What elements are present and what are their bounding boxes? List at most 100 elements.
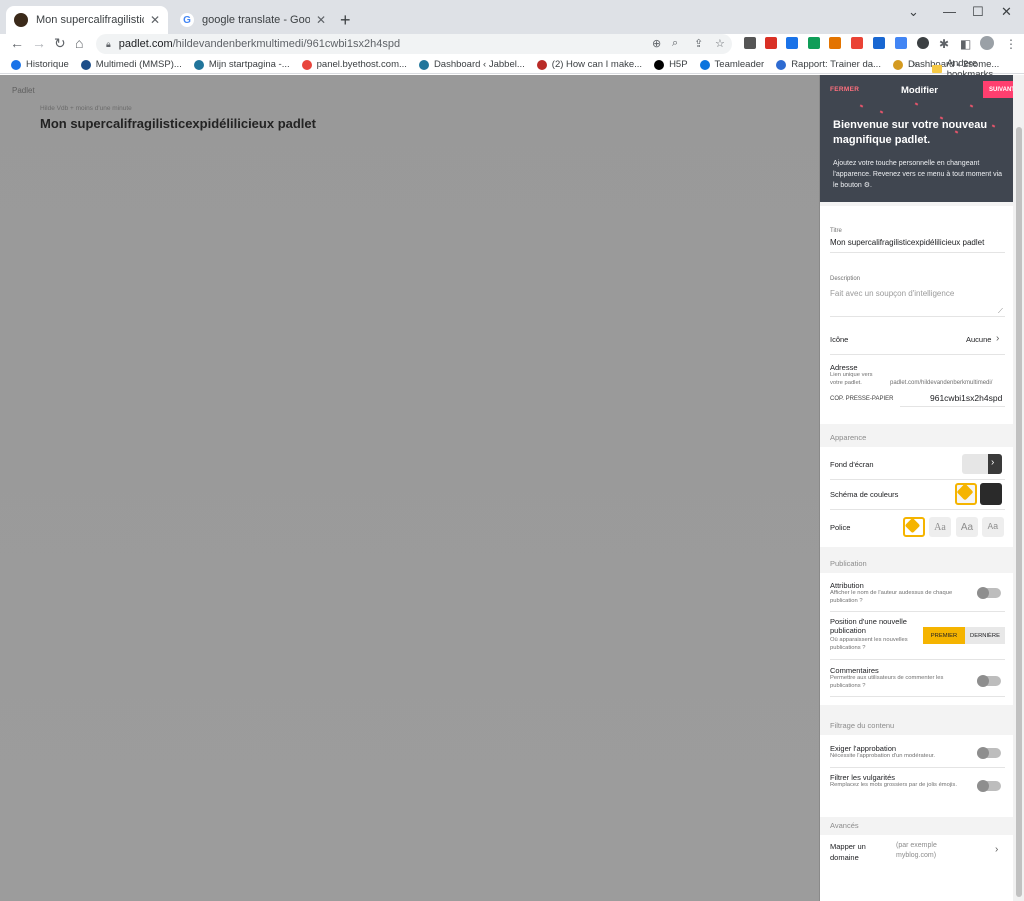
bookmark-label: (2) How can I make... [551, 59, 643, 70]
font-option-sans[interactable]: Aa [956, 517, 978, 537]
comments-label: Commentaires [830, 666, 879, 675]
bookmark-item[interactable]: Mijn startpagina -... [193, 59, 290, 70]
next-button[interactable]: SUIVANT [983, 81, 1013, 98]
bookmark-label: Rapport: Trainer da... [791, 59, 881, 70]
chevron-right-icon: › [991, 457, 995, 468]
divider [830, 509, 1005, 510]
home-icon[interactable]: ⌂ [75, 35, 83, 51]
tab-title: Mon supercalifragilisticexpidélilic [36, 14, 144, 26]
extensions-puzzle-icon[interactable]: ✱ [939, 37, 949, 51]
bookmark-label: Mijn startpagina -... [208, 59, 290, 70]
extension-pen-icon[interactable] [744, 37, 756, 49]
extension-red-icon[interactable] [765, 37, 777, 49]
reload-icon[interactable]: ↻ [54, 35, 66, 52]
scrollbar-thumb[interactable] [1016, 127, 1022, 897]
bookmark-star-icon[interactable]: ☆ [715, 37, 725, 50]
close-tab-icon[interactable]: ✕ [316, 13, 326, 27]
extension-blue-icon[interactable] [786, 37, 798, 49]
confetti-decoration [879, 110, 884, 114]
forward-arrow-icon[interactable]: → [32, 35, 46, 51]
dark-scheme-option[interactable] [980, 483, 1002, 505]
extension-calendar-icon[interactable] [851, 37, 863, 49]
new-tab-button[interactable]: + [340, 10, 351, 31]
bookmark-item[interactable]: H5P [654, 59, 688, 70]
wordpress-icon [193, 59, 204, 70]
description-underline [830, 316, 1005, 317]
h5p-icon [654, 59, 665, 70]
extension-circle-icon[interactable] [917, 37, 929, 49]
position-last-button[interactable]: DERNIÈRE [965, 627, 1005, 644]
attribution-help: Afficher le nom de l'auteur audessus de … [830, 590, 953, 604]
attribution-toggle[interactable] [977, 587, 1001, 599]
publication-section: Attribution Afficher le nom de l'auteur … [820, 573, 1013, 705]
bookmark-item[interactable]: panel.byethost.com... [301, 59, 407, 70]
wordpress-icon [418, 59, 429, 70]
install-app-icon[interactable]: ⊕ [652, 37, 661, 50]
general-section: Titre Mon supercalifragilisticexpidélili… [820, 206, 1013, 424]
quora-icon [536, 59, 547, 70]
chevron-right-icon[interactable]: › [995, 844, 998, 855]
profanity-toggle[interactable] [977, 780, 1001, 792]
bookmark-item[interactable]: Dashboard ‹ Jabbel... [418, 59, 525, 70]
maximize-icon[interactable]: ☐ [972, 4, 984, 20]
extension-green-icon[interactable] [808, 37, 820, 49]
divider [830, 354, 1005, 355]
bookmark-item[interactable]: (2) How can I make... [536, 59, 643, 70]
address-bar[interactable]: 🔒︎ padlet.com /hildevandenberkmultimedi/… [96, 34, 732, 54]
more-bookmarks-button[interactable]: » [912, 59, 918, 70]
bookmark-favicon-icon [301, 59, 312, 70]
bookmark-favicon-icon [776, 59, 787, 70]
share-icon[interactable]: ⇪ [694, 37, 703, 50]
wallpaper-picker[interactable]: › [962, 454, 1002, 474]
icon-value[interactable]: Aucune [966, 335, 991, 344]
zoom-icon[interactable]: ⌕ [672, 37, 678, 50]
close-tab-icon[interactable]: ✕ [150, 13, 160, 27]
advanced-heading: Avancés [830, 821, 859, 830]
tab-google[interactable]: G google translate - Google Zoeke ✕ [172, 6, 334, 34]
font-label: Police [830, 523, 851, 532]
font-option-mono[interactable]: Aa [982, 517, 1004, 537]
google-favicon-icon: G [180, 13, 194, 27]
extension-image-icon[interactable] [895, 37, 907, 49]
profile-avatar-icon[interactable] [980, 36, 994, 50]
menu-kebab-icon[interactable]: ⋮ [1005, 37, 1017, 51]
panel-scrollbar[interactable] [1013, 75, 1024, 901]
padlet-logo[interactable]: Padlet [12, 86, 35, 95]
back-arrow-icon[interactable]: ← [10, 35, 24, 51]
position-first-button[interactable]: PREMIER [923, 627, 965, 644]
bookmark-item[interactable]: Rapport: Trainer da... [776, 59, 881, 70]
description-label: Description [830, 276, 861, 282]
approval-help: Nécessite l'approbation d'un modérateur. [830, 753, 936, 759]
approval-toggle[interactable] [977, 747, 1001, 759]
font-option-serif[interactable]: Aa [929, 517, 951, 537]
approval-label: Exiger l'approbation [830, 744, 897, 753]
bookmark-item[interactable]: Multimedi (MMSP)... [80, 59, 182, 70]
divider [830, 611, 1005, 612]
domain-input[interactable]: (par exemple myblog.com) [896, 841, 966, 861]
comments-toggle[interactable] [977, 675, 1001, 687]
bookmark-item[interactable]: Historique [11, 59, 69, 70]
attribution-label: Attribution [830, 581, 864, 590]
tab-search-icon[interactable]: ⌄ [908, 4, 919, 20]
history-icon [11, 59, 21, 70]
light-scheme-option[interactable] [955, 483, 977, 505]
bookmark-label: Historique [26, 59, 69, 70]
close-window-icon[interactable]: ✕ [1001, 4, 1012, 20]
padlet-board-overlay[interactable]: Padlet Hilde Vdb + moins d'une minute Mo… [0, 75, 819, 901]
font-option-default[interactable] [903, 517, 925, 537]
resize-handle-icon[interactable]: ⟋ [998, 308, 1003, 316]
chevron-right-icon[interactable]: › [996, 333, 999, 344]
address-slug-input[interactable]: 961cwbi1sx2h4spd [930, 393, 1002, 403]
bookmark-item[interactable]: Teamleader [699, 59, 764, 70]
extension-doc-icon[interactable] [873, 37, 885, 49]
minimize-icon[interactable]: — [943, 4, 956, 19]
title-input[interactable]: Mon supercalifragilisticexpidélilicieux … [830, 238, 984, 247]
close-button[interactable]: FERMER [830, 86, 859, 93]
advanced-section: Mapper un domaine (par exemple myblog.co… [820, 835, 1013, 901]
side-panel-icon[interactable]: ◧ [960, 37, 971, 51]
extension-orange-icon[interactable] [829, 37, 841, 49]
copy-to-clipboard-button[interactable]: COP. PRESSE-PAPIER [830, 396, 893, 402]
description-input[interactable]: Fait avec un soupçon d'intelligence [830, 289, 954, 298]
padlet-favicon-icon [14, 13, 28, 27]
tab-padlet[interactable]: Mon supercalifragilisticexpidélilic ✕ [6, 6, 168, 34]
